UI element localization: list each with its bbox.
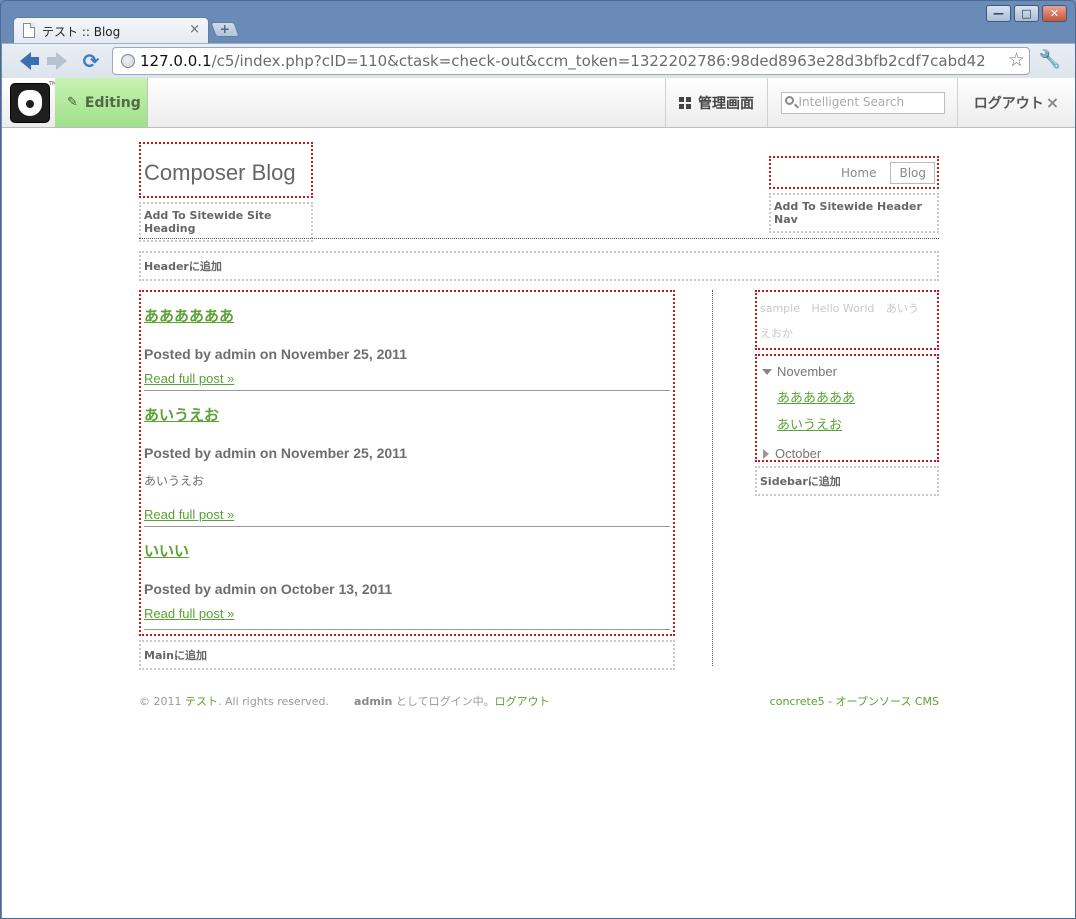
main-area: ああああああ Posted by admin on November 25, 2…	[139, 290, 675, 636]
post-excerpt: あいうえお	[144, 474, 205, 488]
post-divider	[144, 390, 670, 391]
tab-close-icon[interactable]: ×	[189, 22, 200, 37]
plus-icon: +	[219, 22, 230, 36]
url-host: 127.0.0.1	[140, 52, 212, 70]
post-divider	[144, 526, 670, 527]
reload-button[interactable]: ⟳	[78, 49, 104, 73]
archive-post-link[interactable]: ああああああ	[777, 387, 934, 406]
post-meta: Posted by admin on November 25, 2011	[144, 346, 407, 362]
add-header-nav-area[interactable]: Add To Sitewide Header Nav	[769, 193, 939, 233]
logout-button[interactable]: ログアウト ×	[957, 78, 1075, 127]
read-more-link[interactable]: Read full post »	[144, 606, 670, 621]
back-button[interactable]	[12, 49, 39, 73]
footer-site-link[interactable]: テスト	[185, 695, 218, 708]
new-tab-button[interactable]: +	[210, 22, 240, 37]
tag-link[interactable]: sample	[760, 302, 800, 315]
search-box[interactable]	[780, 91, 945, 114]
pencil-icon: ✎	[67, 95, 78, 110]
footer-user: admin	[354, 695, 393, 708]
site-name: Composer Blog	[144, 160, 296, 185]
tab-title: テスト :: Blog	[42, 25, 121, 39]
post-item: ああああああ Posted by admin on November 25, 2…	[144, 305, 670, 391]
month-label: October	[775, 446, 822, 461]
powered-by-link[interactable]: concrete5 - オープンソース CMS	[770, 693, 939, 709]
wrench-icon[interactable]: 🔧	[1039, 49, 1061, 70]
globe-icon	[121, 54, 135, 68]
collapsed-triangle-icon	[763, 448, 769, 459]
post-divider	[144, 629, 670, 630]
logout-label: ログアウト	[973, 95, 1044, 112]
header-nav-block: Home Blog	[769, 156, 939, 189]
post-title[interactable]: ああああああ	[144, 305, 670, 326]
add-header-area[interactable]: Headerに追加	[139, 251, 939, 281]
post-item: あいうえお Posted by admin on November 25, 20…	[144, 404, 670, 527]
logged-in-text: としてログイン中。	[395, 695, 495, 708]
url-text[interactable]: 127.0.0.1/c5/index.php?cID=110&ctask=che…	[140, 52, 1010, 70]
site-name-block[interactable]: Composer Blog	[139, 142, 313, 198]
forward-arrow-icon	[46, 52, 67, 70]
browser-tab[interactable]: テスト :: Blog ×	[13, 17, 209, 44]
bookmark-star-icon[interactable]: ☆	[1008, 49, 1025, 71]
editing-label: Editing	[84, 94, 141, 111]
concrete5-logo[interactable]	[10, 83, 50, 123]
grid-icon	[679, 96, 691, 109]
reload-icon: ⟳	[82, 49, 100, 73]
close-window-button[interactable]: ✕	[1042, 5, 1067, 22]
archive-post-link[interactable]: あいうえお	[777, 414, 934, 433]
minimize-button[interactable]: —	[986, 5, 1011, 22]
expanded-triangle-icon	[762, 368, 772, 375]
page-icon	[23, 23, 35, 38]
close-icon: ×	[1045, 93, 1060, 112]
read-more-link[interactable]: Read full post »	[144, 507, 670, 522]
search-wrapper	[767, 78, 957, 127]
footer: © 2011 テスト. All rights reserved. admin と…	[139, 693, 939, 709]
browser-window: テスト :: Blog × + — □ ✕ ⟳ 127.0.0.1/c5/ind…	[0, 0, 1076, 919]
concrete5-toolbar: TM ✎ Editing 管理画面 ログアウト ×	[2, 78, 1075, 128]
tag-cloud: sample Hello World あいう えおか	[755, 290, 939, 350]
search-icon	[784, 95, 794, 105]
post-item: いいい Posted by admin on October 13, 2011 …	[144, 540, 670, 630]
window-controls: — □ ✕	[986, 5, 1067, 22]
tag-link[interactable]: あいう	[886, 302, 919, 315]
archive-month-november[interactable]: November	[760, 364, 934, 379]
back-arrow-icon	[19, 52, 39, 70]
rights-text: . All rights reserved.	[218, 695, 330, 708]
post-title[interactable]: いいい	[144, 540, 670, 561]
post-meta: Posted by admin on November 25, 2011	[144, 445, 407, 461]
read-more-link[interactable]: Read full post »	[144, 371, 670, 386]
hand-logo-icon	[18, 90, 42, 116]
add-main-area[interactable]: Mainに追加	[139, 640, 675, 670]
page-viewport: TM ✎ Editing 管理画面 ログアウト ×	[2, 78, 1075, 918]
search-input[interactable]	[798, 94, 939, 109]
dashboard-label: 管理画面	[698, 95, 754, 112]
tag-link[interactable]: Hello World	[812, 302, 875, 315]
nav-link-home[interactable]: Home	[841, 166, 876, 180]
archive-block: November ああああああ あいうえお October	[755, 354, 939, 462]
address-bar[interactable]: 127.0.0.1/c5/index.php?cID=110&ctask=che…	[112, 47, 1030, 75]
column-divider	[712, 290, 713, 666]
post-title[interactable]: あいうえお	[144, 404, 670, 425]
post-meta: Posted by admin on October 13, 2011	[144, 581, 393, 597]
maximize-button[interactable]: □	[1014, 5, 1039, 22]
archive-month-october[interactable]: October	[760, 446, 934, 461]
copyright: © 2011	[139, 695, 182, 708]
title-bar: テスト :: Blog × + — □ ✕	[1, 1, 1075, 44]
url-path: /c5/index.php?cID=110&ctask=check-out&cc…	[211, 52, 986, 70]
month-label: November	[777, 364, 837, 379]
footer-logout-link[interactable]: ログアウト	[495, 695, 550, 708]
tag-link[interactable]: えおか	[760, 327, 793, 340]
add-site-heading-area[interactable]: Add To Sitewide Site Heading	[139, 202, 313, 242]
header-divider	[139, 238, 939, 239]
dashboard-button[interactable]: 管理画面	[665, 78, 767, 127]
editing-button[interactable]: ✎ Editing	[55, 78, 148, 127]
browser-toolbar: ⟳ 127.0.0.1/c5/index.php?cID=110&ctask=c…	[2, 43, 1075, 78]
nav-link-blog[interactable]: Blog	[890, 161, 935, 184]
forward-button[interactable]	[44, 49, 70, 73]
add-sidebar-area[interactable]: Sidebarに追加	[755, 466, 939, 496]
toolbar-right: 管理画面 ログアウト ×	[665, 78, 1075, 127]
